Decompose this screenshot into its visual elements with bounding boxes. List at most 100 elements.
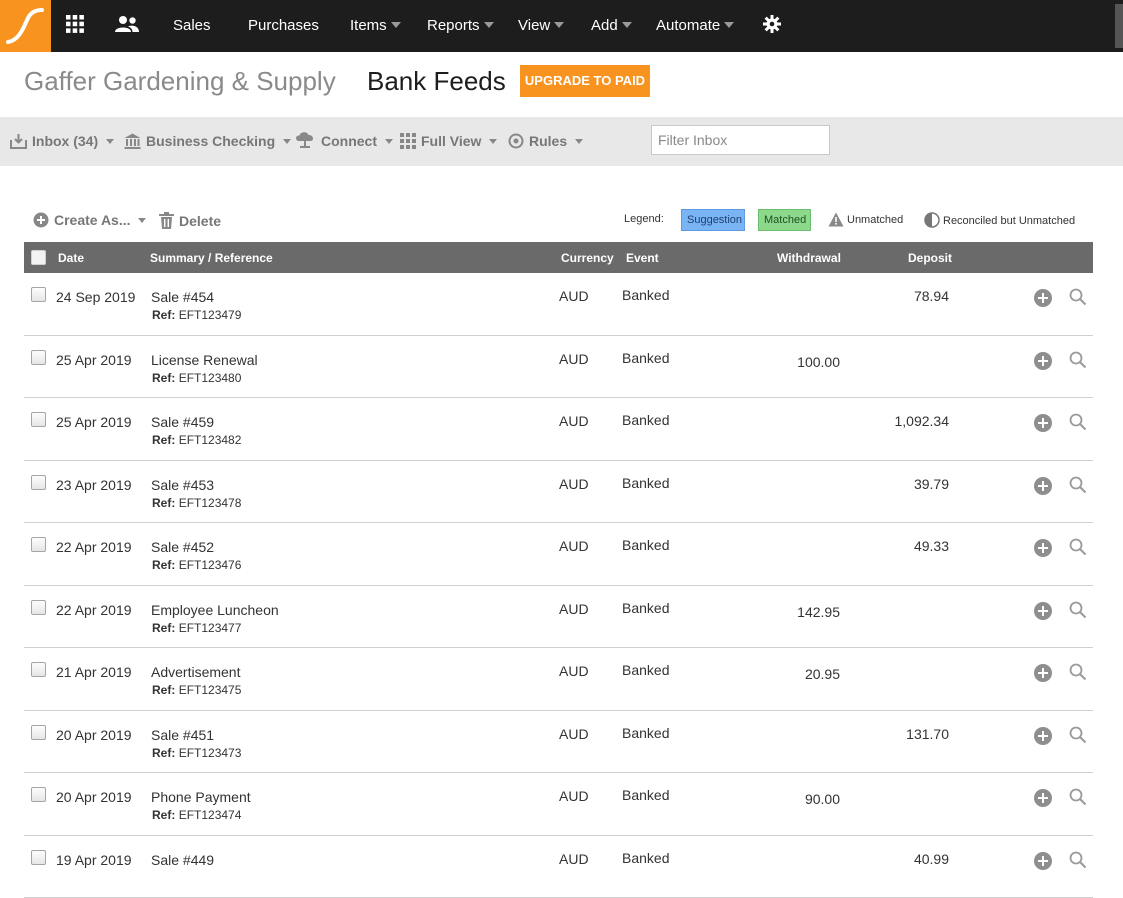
- nav-view-label: View: [518, 17, 550, 34]
- table-row[interactable]: 25 Apr 2019License RenewalRef: EFT123480…: [24, 336, 1093, 399]
- search-icon[interactable]: [1069, 601, 1087, 624]
- col-event[interactable]: Event: [626, 242, 659, 274]
- nav-automate[interactable]: Automate: [656, 0, 734, 52]
- inbox-label: Inbox (34): [32, 133, 98, 149]
- row-checkbox[interactable]: [31, 787, 46, 802]
- add-circle-icon[interactable]: [1034, 414, 1052, 432]
- search-icon[interactable]: [1069, 413, 1087, 436]
- window-scroll-handle[interactable]: [1115, 4, 1123, 48]
- search-icon[interactable]: [1069, 851, 1087, 874]
- row-date: 22 Apr 2019: [56, 602, 132, 618]
- row-ref-value: EFT123475: [179, 683, 242, 697]
- connect-label: Connect: [321, 133, 377, 149]
- table-row[interactable]: 24 Sep 2019Sale #454Ref: EFT123479AUDBan…: [24, 273, 1093, 336]
- legend-reconciled: Reconciled but Unmatched: [924, 212, 1075, 231]
- col-date[interactable]: Date: [58, 242, 84, 274]
- upgrade-button[interactable]: UPGRADE TO PAID: [520, 65, 650, 97]
- row-summary: Sale #451: [151, 727, 214, 743]
- search-icon[interactable]: [1069, 476, 1087, 499]
- search-icon[interactable]: [1069, 663, 1087, 686]
- add-circle-icon[interactable]: [1034, 727, 1052, 745]
- row-ref-prefix: Ref:: [152, 433, 175, 447]
- search-icon[interactable]: [1069, 788, 1087, 811]
- row-checkbox[interactable]: [31, 662, 46, 677]
- row-event: Banked: [622, 787, 669, 803]
- row-ref-value: EFT123473: [179, 746, 242, 760]
- row-checkbox[interactable]: [31, 850, 46, 865]
- table-row[interactable]: 20 Apr 2019Phone PaymentRef: EFT123474AU…: [24, 773, 1093, 836]
- rules-dropdown[interactable]: Rules: [508, 117, 583, 166]
- row-summary: Sale #454: [151, 289, 214, 305]
- row-event: Banked: [622, 475, 669, 491]
- filter-inbox-input[interactable]: [651, 125, 830, 155]
- row-date: 20 Apr 2019: [56, 727, 132, 743]
- col-withdrawal[interactable]: Withdrawal: [777, 242, 841, 274]
- nav-purchases[interactable]: Purchases: [248, 0, 319, 52]
- row-currency: AUD: [559, 601, 589, 617]
- rules-icon: [508, 120, 524, 168]
- chevron-down-icon: [283, 139, 291, 144]
- nav-items[interactable]: Items: [350, 0, 401, 52]
- row-ref-prefix: Ref:: [152, 683, 175, 697]
- inbox-dropdown[interactable]: Inbox (34): [10, 117, 114, 166]
- row-date: 24 Sep 2019: [56, 289, 135, 305]
- add-circle-icon[interactable]: [1034, 352, 1052, 370]
- search-icon[interactable]: [1069, 351, 1087, 374]
- add-circle-icon[interactable]: [1034, 664, 1052, 682]
- connect-dropdown[interactable]: Connect: [294, 117, 393, 166]
- row-ref-value: EFT123480: [179, 371, 242, 385]
- nav-sales[interactable]: Sales: [173, 0, 211, 52]
- row-ref-prefix: Ref:: [152, 308, 175, 322]
- delete-button[interactable]: Delete: [159, 212, 221, 232]
- search-icon[interactable]: [1069, 726, 1087, 749]
- account-dropdown[interactable]: Business Checking: [124, 117, 291, 166]
- col-summary[interactable]: Summary / Reference: [150, 242, 273, 274]
- nav-sales-label: Sales: [173, 17, 211, 34]
- row-summary: Phone Payment: [151, 789, 251, 805]
- people-icon[interactable]: [114, 0, 140, 52]
- table-row[interactable]: 19 Apr 2019Sale #449AUDBanked40.99: [24, 836, 1093, 898]
- table-row[interactable]: 22 Apr 2019Employee LuncheonRef: EFT1234…: [24, 586, 1093, 649]
- nav-view[interactable]: View: [518, 0, 564, 52]
- apps-grid-icon[interactable]: [66, 0, 84, 52]
- table-row[interactable]: 20 Apr 2019Sale #451Ref: EFT123473AUDBan…: [24, 711, 1093, 774]
- row-event: Banked: [622, 350, 669, 366]
- nav-automate-label: Automate: [656, 17, 720, 34]
- col-currency[interactable]: Currency: [561, 242, 614, 274]
- gear-icon[interactable]: [763, 0, 781, 52]
- nav-reports[interactable]: Reports: [427, 0, 494, 52]
- row-ref-prefix: Ref:: [152, 371, 175, 385]
- nav-add[interactable]: Add: [591, 0, 632, 52]
- row-checkbox[interactable]: [31, 475, 46, 490]
- row-checkbox[interactable]: [31, 287, 46, 302]
- table-row[interactable]: 25 Apr 2019Sale #459Ref: EFT123482AUDBan…: [24, 398, 1093, 461]
- row-deposit: 78.94: [844, 288, 949, 304]
- table-row[interactable]: 23 Apr 2019Sale #453Ref: EFT123478AUDBan…: [24, 461, 1093, 524]
- app-logo[interactable]: [0, 0, 51, 52]
- add-circle-icon[interactable]: [1034, 289, 1052, 307]
- chevron-down-icon: [391, 22, 401, 28]
- row-reference: Ref: EFT123480: [152, 371, 241, 385]
- row-checkbox[interactable]: [31, 537, 46, 552]
- add-circle-icon[interactable]: [1034, 602, 1052, 620]
- view-dropdown[interactable]: Full View: [400, 117, 497, 166]
- table-row[interactable]: 22 Apr 2019Sale #452Ref: EFT123476AUDBan…: [24, 523, 1093, 586]
- row-ref-value: EFT123476: [179, 558, 242, 572]
- row-checkbox[interactable]: [31, 600, 46, 615]
- add-circle-icon[interactable]: [1034, 852, 1052, 870]
- add-circle-icon[interactable]: [1034, 789, 1052, 807]
- select-all-checkbox[interactable]: [31, 250, 46, 265]
- row-checkbox[interactable]: [31, 412, 46, 427]
- row-event: Banked: [622, 725, 669, 741]
- add-circle-icon[interactable]: [1034, 539, 1052, 557]
- create-as-button[interactable]: Create As...: [33, 212, 146, 231]
- row-checkbox[interactable]: [31, 350, 46, 365]
- col-deposit[interactable]: Deposit: [908, 242, 952, 274]
- search-icon[interactable]: [1069, 288, 1087, 311]
- add-circle-icon[interactable]: [1034, 477, 1052, 495]
- row-summary: Sale #449: [151, 852, 214, 868]
- search-icon[interactable]: [1069, 538, 1087, 561]
- nav-reports-label: Reports: [427, 17, 480, 34]
- table-row[interactable]: 21 Apr 2019AdvertisementRef: EFT123475AU…: [24, 648, 1093, 711]
- row-checkbox[interactable]: [31, 725, 46, 740]
